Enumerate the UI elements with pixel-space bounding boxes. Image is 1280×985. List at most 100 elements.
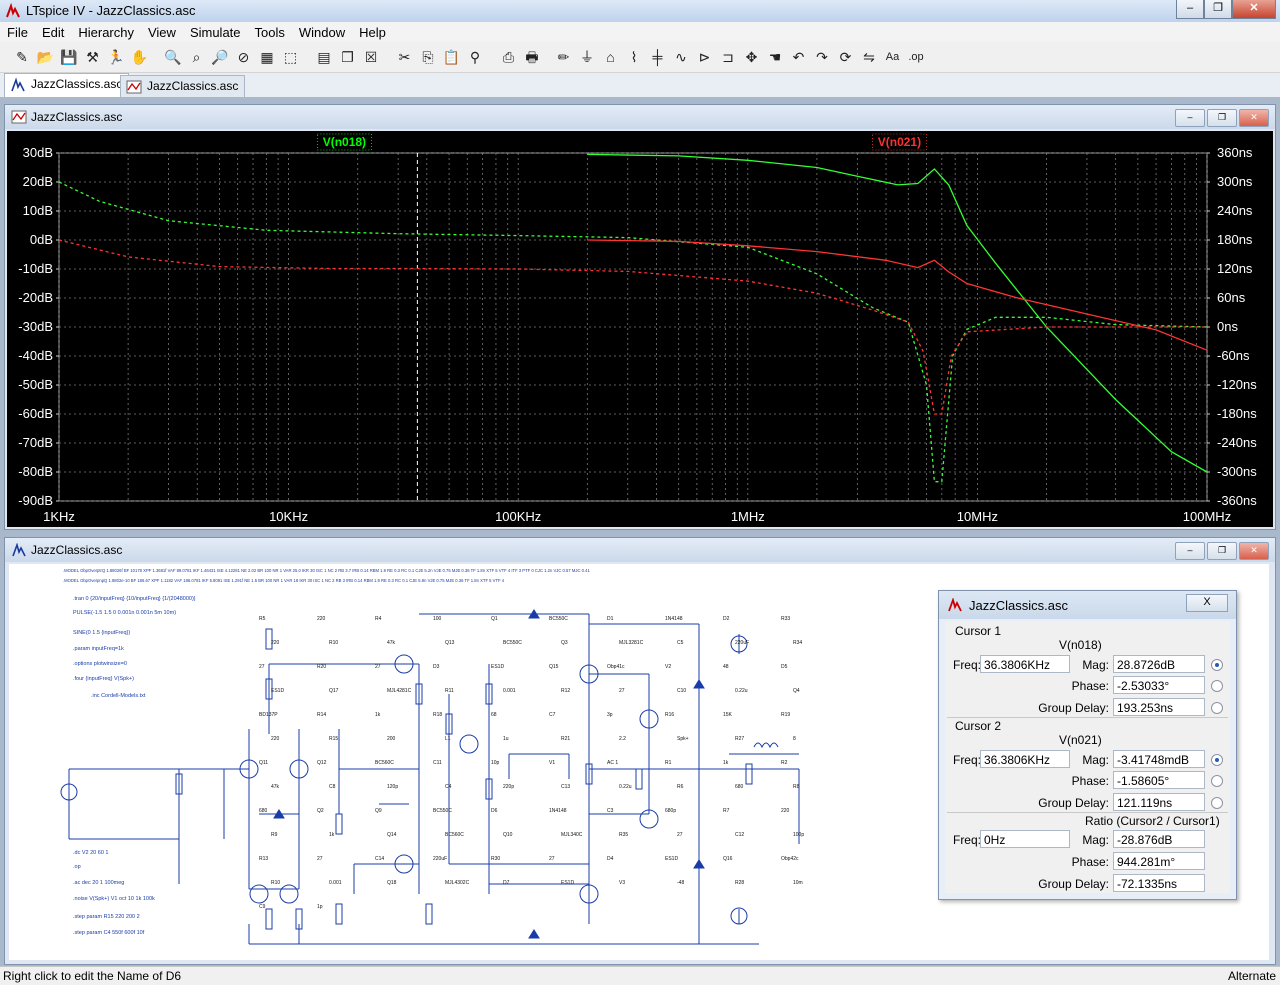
cursor1-delay-radio[interactable]: [1211, 702, 1223, 714]
text-icon[interactable]: Aa: [883, 47, 903, 67]
zoom-area-icon[interactable]: ⌕: [187, 47, 207, 67]
zoom-cancel-icon[interactable]: ⊘: [234, 47, 254, 67]
cursor2-freq-field[interactable]: 36.3806KHz: [980, 750, 1070, 768]
cursor1-mag-field[interactable]: 28.8726dB: [1113, 655, 1205, 673]
diode-icon[interactable]: ⊳: [695, 47, 715, 67]
run-icon[interactable]: 🏃: [106, 47, 126, 67]
redo-icon[interactable]: ↷: [812, 47, 832, 67]
print-setup-icon[interactable]: ⎙: [499, 47, 519, 67]
close-button[interactable]: ✕: [1232, 0, 1276, 19]
component-label: V2: [665, 664, 671, 670]
ltspice-logo-icon: [948, 598, 962, 612]
save-icon[interactable]: 💾: [59, 47, 79, 67]
transistor-symbol: [279, 884, 299, 904]
schematic-window-titlebar[interactable]: JazzClassics.asc – ❐ ✕: [5, 538, 1275, 562]
ratio-delay-field[interactable]: -72.1335ns: [1113, 874, 1205, 892]
menu-window[interactable]: Window: [292, 25, 352, 40]
zoom-in-icon[interactable]: 🔍: [163, 47, 183, 67]
autorange-icon[interactable]: ▦: [257, 47, 277, 67]
plot-minimize-button[interactable]: –: [1175, 109, 1205, 127]
menu-edit[interactable]: Edit: [35, 25, 71, 40]
cursor-dialog-body: Cursor 1 V(n018) Freq: 36.3806KHz Mag: 2…: [945, 621, 1230, 893]
cursor-dialog-titlebar[interactable]: JazzClassics.asc X: [939, 591, 1236, 619]
component-label: 27: [317, 856, 323, 862]
ratio-phase-field[interactable]: 944.281m°: [1113, 852, 1205, 870]
component-label: C4: [445, 784, 452, 790]
open-icon[interactable]: 📂: [36, 47, 56, 67]
move-icon[interactable]: ✥: [742, 47, 762, 67]
cursor2-phase-radio[interactable]: [1211, 775, 1223, 787]
cursor-dialog-title: JazzClassics.asc: [969, 598, 1068, 613]
minimize-button[interactable]: –: [1176, 0, 1204, 19]
cursor2-delay-field[interactable]: 121.119ns: [1113, 793, 1205, 811]
zoom-out-icon[interactable]: 🔎: [210, 47, 230, 67]
find-icon[interactable]: ⚲: [465, 47, 485, 67]
transistor-symbol: [249, 884, 269, 904]
diode-symbol: [693, 679, 705, 689]
zoom-fit-icon[interactable]: ⬚: [281, 47, 301, 67]
restore-button[interactable]: ❐: [1204, 0, 1232, 19]
cursor2-mag-field[interactable]: -3.41748mdB: [1113, 750, 1205, 768]
cursor1-phase-radio[interactable]: [1211, 680, 1223, 692]
control-panel-icon[interactable]: ⚒: [83, 47, 103, 67]
undo-icon[interactable]: ↶: [789, 47, 809, 67]
schematic-close-button[interactable]: ✕: [1239, 542, 1269, 560]
cursor-dialog: JazzClassics.asc X Cursor 1 V(n018) Freq…: [938, 590, 1237, 900]
copy-icon[interactable]: ⎘: [418, 47, 438, 67]
menu-tools[interactable]: Tools: [248, 25, 292, 40]
label-icon[interactable]: ⌂: [601, 47, 621, 67]
toolbar: ✎ 📂 💾 ⚒ 🏃 ✋ 🔍 ⌕ 🔎 ⊘ ▦ ⬚ ▤ ❐ ☒ ✂ ⎘ 📋 ⚲ ⎙ 🖶 ✏ ⏚ ⌂ ⌇ ╪ ∿ ⊳ ⊐ ✥ ☚ ↶ ↷ ⟳ ⇋ Aa .op: [0, 42, 1280, 73]
close-all-icon[interactable]: ☒: [361, 47, 381, 67]
cursor2-delay-radio[interactable]: [1211, 797, 1223, 809]
cursor1-mag-radio[interactable]: [1211, 659, 1223, 671]
cursor2-mag-radio[interactable]: [1211, 754, 1223, 766]
paste-icon[interactable]: 📋: [442, 47, 462, 67]
cursor1-freq-field[interactable]: 36.3806KHz: [980, 655, 1070, 673]
ratio-mag-field[interactable]: -28.876dB: [1113, 830, 1205, 848]
resistor-icon[interactable]: ⌇: [624, 47, 644, 67]
capacitor-icon[interactable]: ╪: [648, 47, 668, 67]
bode-plot[interactable]: 30dB 360ns 20dB 300ns 10dB 240ns 0dB 180ns -10dB…: [7, 131, 1273, 527]
resistor-symbol: [425, 903, 433, 925]
component-label: Obp41c: [607, 664, 625, 670]
schematic-minimize-button[interactable]: –: [1175, 542, 1205, 560]
plot-restore-button[interactable]: ❐: [1207, 109, 1237, 127]
component-label: Q16: [723, 856, 733, 862]
cascade-icon[interactable]: ❐: [338, 47, 358, 67]
cursor1-delay-field[interactable]: 193.253ns: [1113, 698, 1205, 716]
menu-view[interactable]: View: [141, 25, 183, 40]
new-schematic-icon[interactable]: ✎: [12, 47, 32, 67]
component-label: 2.2: [619, 736, 626, 742]
tab-waveform[interactable]: JazzClassics.asc: [120, 75, 246, 97]
menu-hierarchy[interactable]: Hierarchy: [71, 25, 141, 40]
component-label: D3: [433, 664, 440, 670]
rotate-icon[interactable]: ⟳: [836, 47, 856, 67]
drag-icon[interactable]: ☚: [765, 47, 785, 67]
wire-icon[interactable]: ✏: [554, 47, 574, 67]
inductor-icon[interactable]: ∿: [671, 47, 691, 67]
component-label: C8: [329, 784, 336, 790]
tab-schematic[interactable]: JazzClassics.asc: [4, 73, 130, 98]
component-label: 680: [735, 784, 744, 790]
cursor-dialog-close-button[interactable]: X: [1186, 594, 1228, 612]
x-tick-label: 1KHz: [43, 509, 75, 524]
plot-close-button[interactable]: ✕: [1239, 109, 1269, 127]
cursor1-phase-field[interactable]: -2.53033°: [1113, 676, 1205, 694]
menu-file[interactable]: File: [0, 25, 35, 40]
y-right-tick-label: -60ns: [1217, 348, 1250, 363]
mirror-icon[interactable]: ⇋: [859, 47, 879, 67]
plot-window-titlebar[interactable]: JazzClassics.asc – ❐ ✕: [5, 105, 1275, 129]
halt-icon[interactable]: ✋: [130, 47, 150, 67]
schematic-restore-button[interactable]: ❐: [1207, 542, 1237, 560]
cursor2-phase-field[interactable]: -1.58605°: [1113, 771, 1205, 789]
spice-directive-icon[interactable]: .op: [906, 47, 926, 67]
component-label: 27: [375, 664, 381, 670]
ground-icon[interactable]: ⏚: [577, 47, 597, 67]
menu-help[interactable]: Help: [352, 25, 393, 40]
print-icon[interactable]: 🖶: [522, 47, 542, 67]
component-icon[interactable]: ⊐: [718, 47, 738, 67]
cut-icon[interactable]: ✂: [395, 47, 415, 67]
ratio-freq-field[interactable]: 0Hz: [980, 830, 1070, 848]
menu-simulate[interactable]: Simulate: [183, 25, 248, 40]
tile-horizontal-icon[interactable]: ▤: [314, 47, 334, 67]
